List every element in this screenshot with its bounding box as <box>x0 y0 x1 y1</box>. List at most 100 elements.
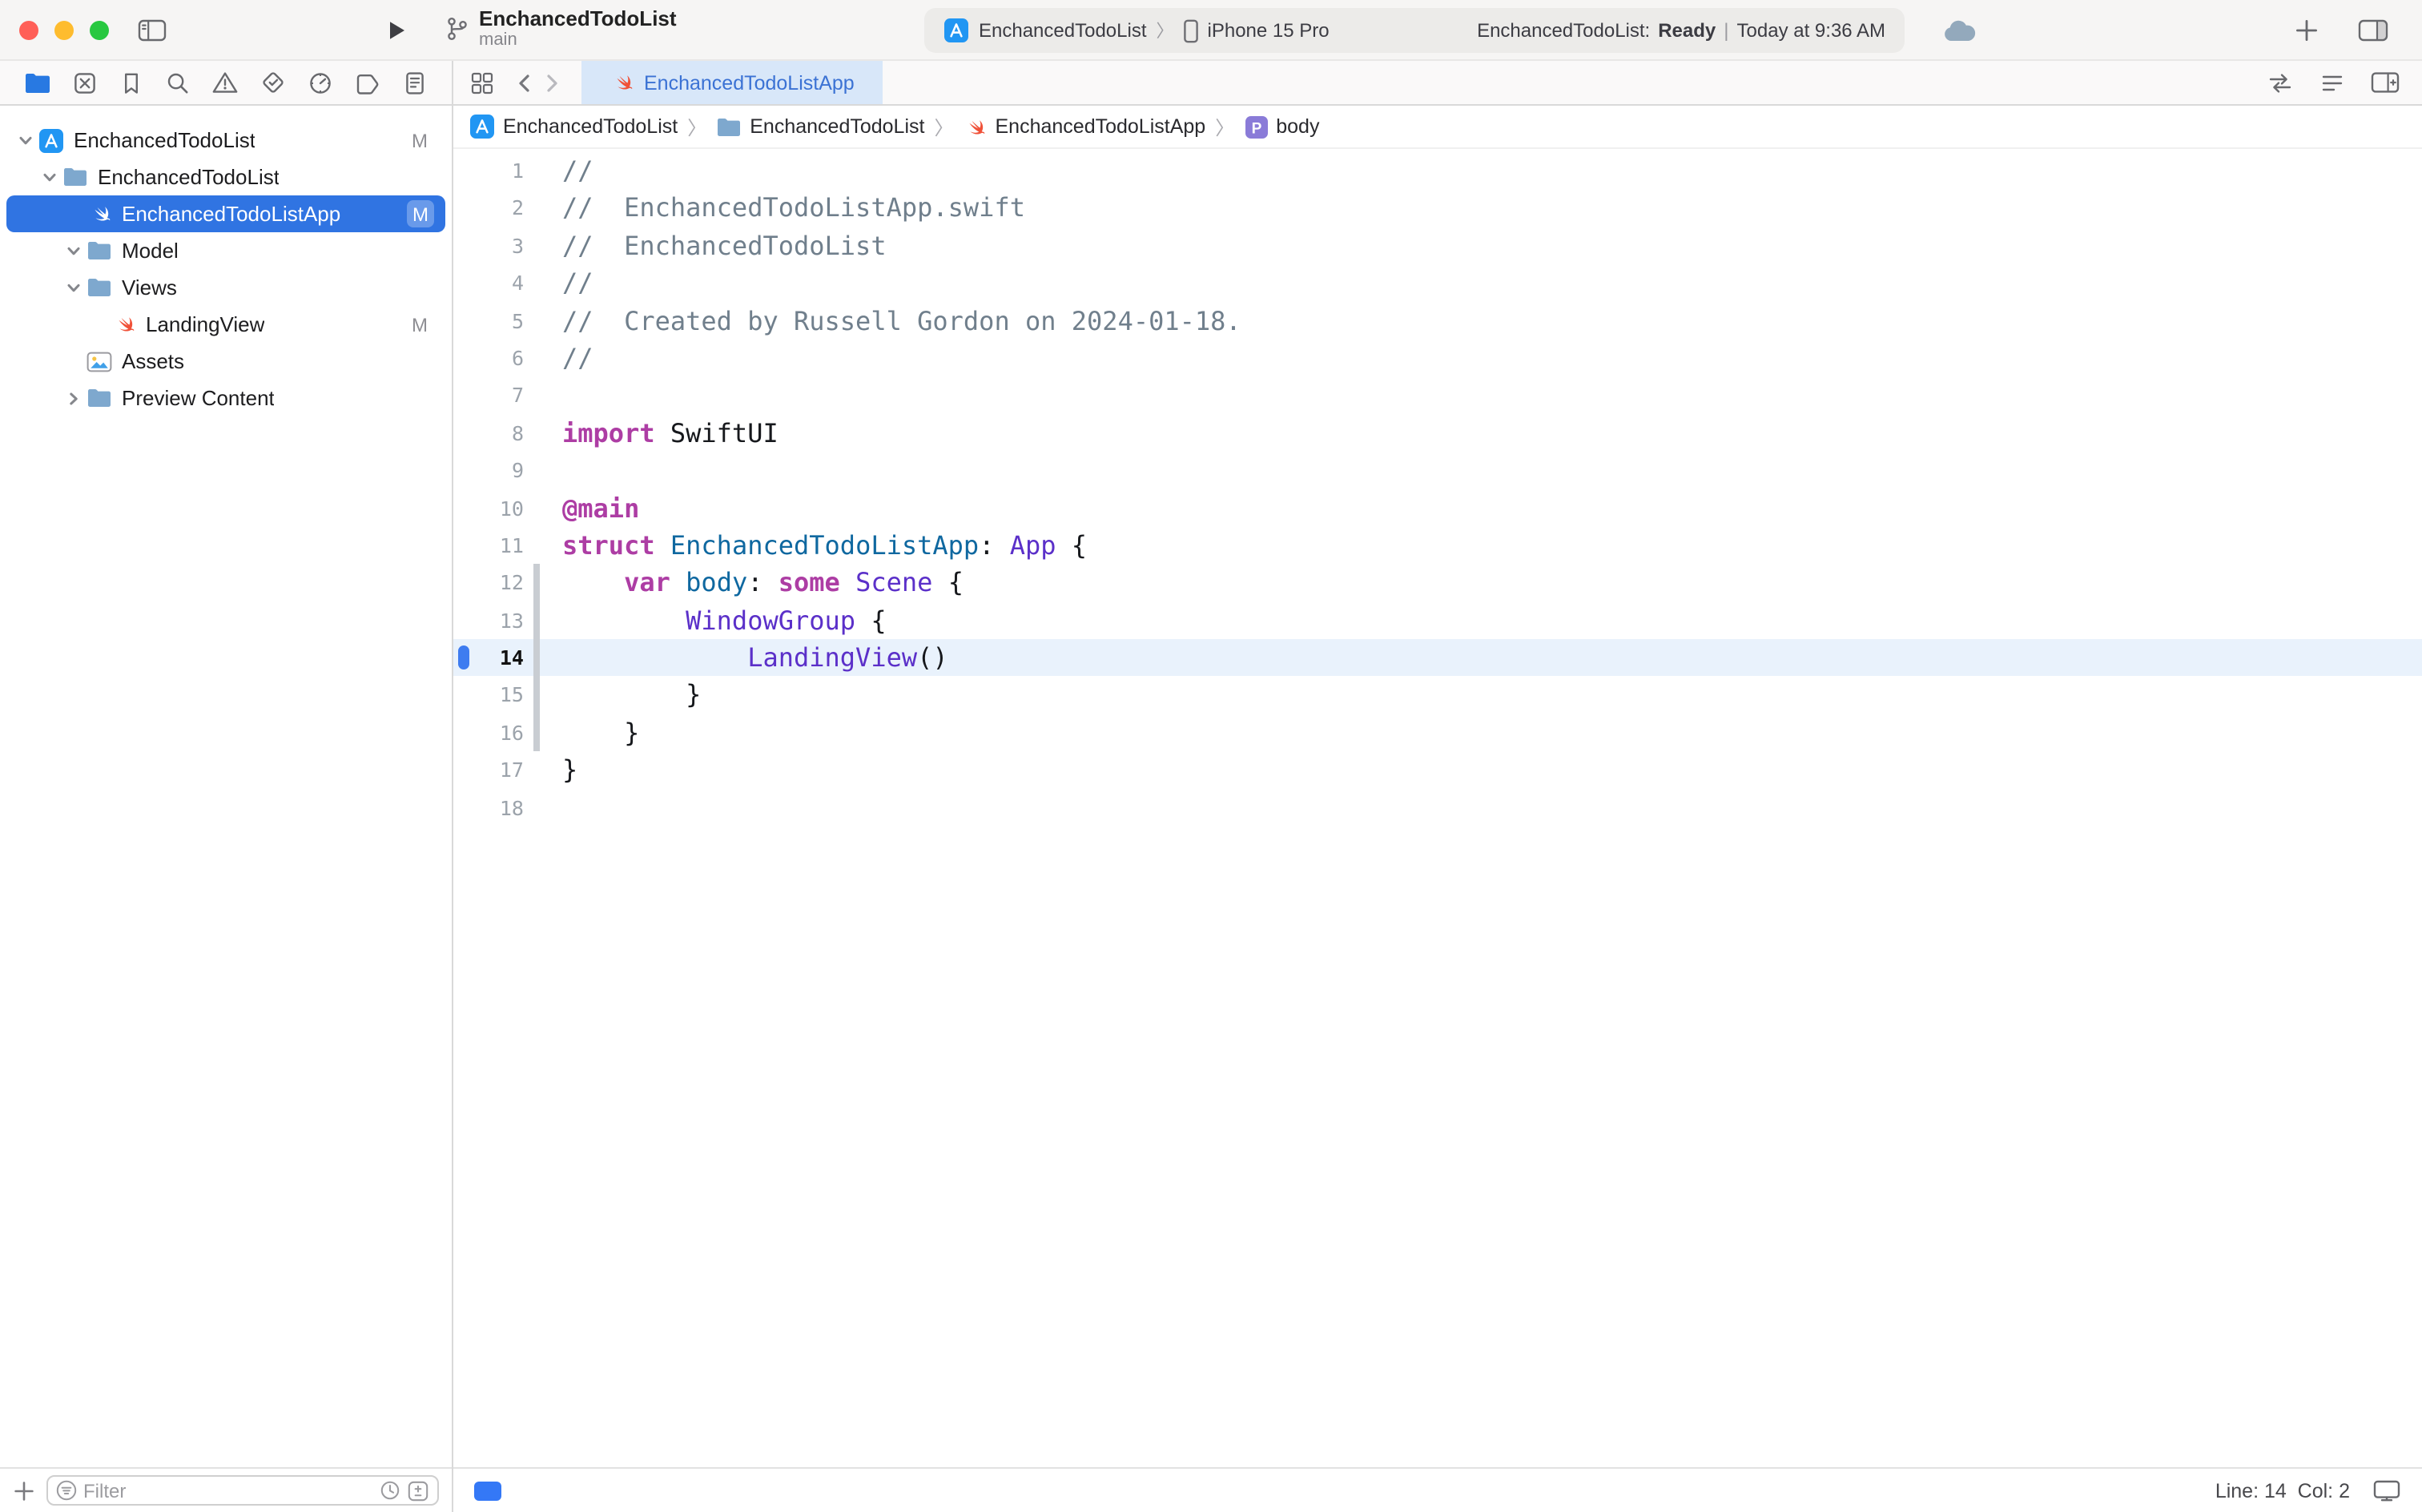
line-number[interactable]: 4 <box>453 264 527 302</box>
code-line-13[interactable]: 13 WindowGroup { <box>453 601 2422 639</box>
breadcrumb-label: EnchancedTodoListApp <box>996 115 1206 138</box>
line-number[interactable]: 18 <box>453 789 527 826</box>
breadcrumb-item-body[interactable]: Pbody <box>1244 115 1319 139</box>
tests-navigator-icon[interactable] <box>260 69 287 96</box>
line-number[interactable]: 6 <box>453 340 527 377</box>
editor-mode-icon[interactable] <box>474 1481 501 1500</box>
app-target-icon <box>37 127 66 153</box>
line-number[interactable]: 10 <box>453 489 527 527</box>
tree-item-label: EnchancedTodoList <box>74 128 255 152</box>
adjust-editor-icon[interactable] <box>2319 71 2345 94</box>
file-tree: EnchancedTodoListMEnchancedTodoListEncha… <box>0 106 452 1467</box>
editor-pane: EnchancedTodoList〉EnchancedTodoList〉Ench… <box>453 106 2422 1512</box>
code-line-12[interactable]: 12 var body: some Scene { <box>453 565 2422 602</box>
bookmarks-navigator-icon[interactable] <box>119 70 144 95</box>
filter-field[interactable] <box>46 1475 439 1506</box>
tree-item-enchancedtodolistapp[interactable]: EnchancedTodoListAppM <box>6 195 445 232</box>
minimize-window-button[interactable] <box>54 21 74 40</box>
disclosure-closed-icon[interactable] <box>61 390 85 406</box>
debug-navigator-icon[interactable] <box>308 70 333 95</box>
back-chevron-icon[interactable] <box>514 61 533 104</box>
sidebar-filter-bar <box>0 1467 452 1512</box>
breadcrumb-item-enchancedtodolistapp[interactable]: EnchancedTodoListApp <box>964 115 1206 139</box>
breadcrumb-item-enchancedtodolist[interactable]: EnchancedTodoList <box>469 114 678 139</box>
code-line-2[interactable]: 2// EnchancedTodoListApp.swift <box>453 190 2422 227</box>
tree-item-assets[interactable]: Assets <box>6 343 445 380</box>
line-number[interactable]: 1 <box>453 152 527 190</box>
disclosure-open-icon[interactable] <box>13 132 37 148</box>
toggle-navigator-button[interactable] <box>138 18 167 43</box>
related-items-grid-icon[interactable] <box>469 61 495 104</box>
code-line-18[interactable]: 18 <box>453 789 2422 826</box>
line-number[interactable]: 9 <box>453 452 527 489</box>
tree-item-preview-content[interactable]: Preview Content <box>6 380 445 416</box>
code-line-4[interactable]: 4// <box>453 264 2422 302</box>
line-number[interactable]: 7 <box>453 377 527 415</box>
breadcrumb-item-enchancedtodolist[interactable]: EnchancedTodoList <box>716 115 924 138</box>
editor-layout-button[interactable] <box>2358 18 2388 43</box>
tab-label: EnchancedTodoListApp <box>644 71 855 94</box>
code-line-7[interactable]: 7 <box>453 377 2422 415</box>
tree-item-landingview[interactable]: LandingViewM <box>6 306 445 343</box>
breakpoints-navigator-icon[interactable] <box>355 71 382 94</box>
line-number[interactable]: 12 <box>453 565 527 602</box>
disclosure-open-icon[interactable] <box>37 169 61 185</box>
code-review-icon[interactable] <box>2267 71 2294 94</box>
line-number[interactable]: 17 <box>453 752 527 790</box>
source-control-navigator-icon[interactable] <box>71 70 97 95</box>
disclosure-open-icon[interactable] <box>61 243 85 259</box>
tree-item-enchancedtodolist[interactable]: EnchancedTodoListM <box>6 122 445 159</box>
code-line-17[interactable]: 17} <box>453 752 2422 790</box>
change-bar-spacer <box>527 377 546 415</box>
code-text: LandingView() <box>546 639 948 677</box>
code-line-15[interactable]: 15 } <box>453 677 2422 714</box>
line-number[interactable]: 3 <box>453 227 527 265</box>
project-navigator-icon[interactable] <box>23 71 50 94</box>
code-line-9[interactable]: 9 <box>453 452 2422 489</box>
code-line-16[interactable]: 16 } <box>453 714 2422 752</box>
zoom-window-button[interactable] <box>90 21 109 40</box>
recents-clock-icon[interactable] <box>380 1480 400 1501</box>
code-line-11[interactable]: 11struct EnchancedTodoListApp: App { <box>453 527 2422 565</box>
code-line-14[interactable]: 14 LandingView() <box>453 639 2422 677</box>
line-number[interactable]: 13 <box>453 601 527 639</box>
code-line-5[interactable]: 5// Created by Russell Gordon on 2024-01… <box>453 302 2422 340</box>
tree-item-views[interactable]: Views <box>6 269 445 306</box>
code-line-10[interactable]: 10@main <box>453 489 2422 527</box>
code-line-8[interactable]: 8import SwiftUI <box>453 414 2422 452</box>
code-line-3[interactable]: 3// EnchancedTodoList <box>453 227 2422 265</box>
display-monitor-icon[interactable] <box>2372 1478 2401 1502</box>
breadcrumb-separator: 〉 <box>687 113 706 140</box>
run-destination-label[interactable]: iPhone 15 Pro <box>1208 19 1330 42</box>
line-number[interactable]: 15 <box>453 677 527 714</box>
tree-item-label: Model <box>122 239 179 263</box>
tree-item-label: Assets <box>122 349 184 373</box>
source-control-filter-icon[interactable] <box>407 1479 429 1502</box>
library-plus-button[interactable] <box>2294 18 2319 43</box>
reports-navigator-icon[interactable] <box>403 70 428 95</box>
tree-item-enchancedtodolist[interactable]: EnchancedTodoList <box>6 159 445 195</box>
add-editor-icon[interactable] <box>2371 70 2400 94</box>
run-button[interactable] <box>384 18 408 43</box>
tab-enchancedtodolistapp[interactable]: EnchancedTodoListApp <box>581 61 883 104</box>
disclosure-open-icon[interactable] <box>61 279 85 296</box>
line-number[interactable]: 8 <box>453 414 527 452</box>
close-window-button[interactable] <box>19 21 38 40</box>
line-number[interactable]: 11 <box>453 527 527 565</box>
activity-view[interactable]: EnchancedTodoList 〉 iPhone 15 Pro Enchan… <box>924 8 1905 53</box>
issues-navigator-icon[interactable] <box>211 70 239 94</box>
filter-input[interactable] <box>83 1479 373 1502</box>
line-number[interactable]: 2 <box>453 190 527 227</box>
add-file-icon[interactable] <box>13 1479 35 1502</box>
forward-chevron-icon[interactable] <box>543 61 562 104</box>
find-navigator-icon[interactable] <box>165 70 191 95</box>
line-number[interactable]: 16 <box>453 714 527 752</box>
assets-icon <box>85 350 114 372</box>
code-line-6[interactable]: 6// <box>453 340 2422 377</box>
line-number[interactable]: 5 <box>453 302 527 340</box>
code-editor[interactable]: 1//2// EnchancedTodoListApp.swift3// Enc… <box>453 149 2422 1467</box>
code-line-1[interactable]: 1// <box>453 152 2422 190</box>
tree-item-model[interactable]: Model <box>6 232 445 269</box>
source-change-bar <box>527 601 546 639</box>
scheme-label[interactable]: EnchancedTodoList <box>979 19 1147 42</box>
